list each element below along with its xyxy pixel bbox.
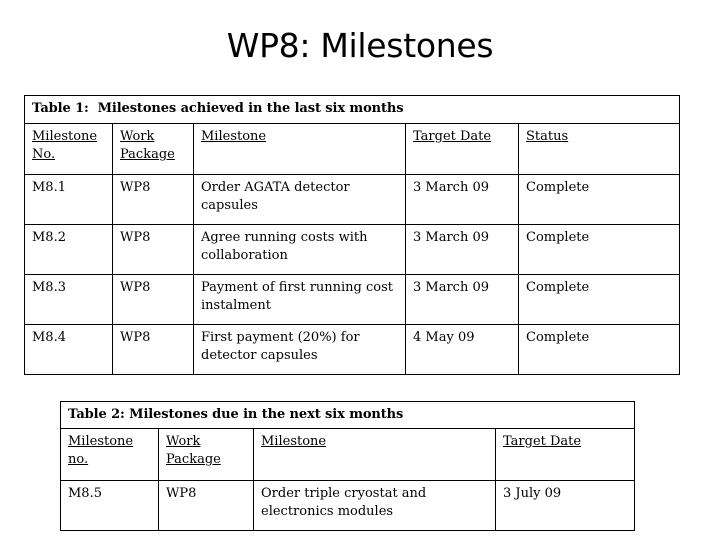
column-header-line: Target Date bbox=[503, 434, 582, 449]
table2-caption: Table 2: Milestones due in the next six … bbox=[60, 401, 635, 429]
table-header-row: Milestone No. Work Package Milestone Tar… bbox=[24, 123, 681, 175]
column-header-line: No. bbox=[32, 147, 56, 162]
cell-target-date: 4 May 09 bbox=[405, 324, 519, 375]
column-header-line: no. bbox=[68, 452, 89, 467]
column-header-line: Work bbox=[166, 434, 201, 449]
cell-work-package: WP8 bbox=[112, 274, 194, 325]
column-header-milestone-no: Milestone No. bbox=[24, 123, 113, 175]
cell-status: Complete bbox=[517, 174, 681, 225]
table-row: M8.4 WP8 First payment (20%) for detecto… bbox=[24, 324, 681, 375]
milestones-due-table: Table 2: Milestones due in the next six … bbox=[60, 401, 635, 531]
cell-milestone-no: M8.5 bbox=[60, 480, 159, 531]
column-header-line: Package bbox=[120, 147, 175, 162]
column-header-line: Target Date bbox=[413, 129, 492, 144]
cell-work-package: WP8 bbox=[112, 174, 194, 225]
column-header-milestone-no: Milestone no. bbox=[60, 428, 159, 481]
column-header-line: Milestone bbox=[261, 434, 327, 449]
cell-target-date: 3 March 09 bbox=[405, 174, 519, 225]
cell-milestone-no: M8.4 bbox=[24, 324, 113, 375]
cell-work-package: WP8 bbox=[112, 224, 194, 275]
column-header-milestone: Milestone bbox=[253, 428, 496, 481]
table-row: M8.3 WP8 Payment of first running cost i… bbox=[24, 274, 681, 325]
table-header-row: Milestone no. Work Package Milestone Tar… bbox=[60, 428, 635, 481]
table-caption-row: Table 2: Milestones due in the next six … bbox=[60, 401, 635, 429]
page-title: WP8: Milestones bbox=[226, 26, 494, 65]
column-header-work-package: Work Package bbox=[112, 123, 194, 175]
table-caption-row: Table 1: Milestones achieved in the last… bbox=[23, 95, 681, 124]
table-row: M8.2 WP8 Agree running costs with collab… bbox=[24, 224, 681, 275]
table1-caption: Table 1: Milestones achieved in the last… bbox=[23, 95, 681, 124]
milestones-achieved-table: Table 1: Milestones achieved in the last… bbox=[23, 95, 681, 375]
table-row: M8.5 WP8 Order triple cryostat and elect… bbox=[60, 480, 635, 531]
cell-status: Complete bbox=[517, 224, 681, 275]
cell-milestone: Order AGATA detector capsules bbox=[193, 174, 406, 225]
column-header-work-package: Work Package bbox=[158, 428, 254, 481]
cell-milestone-no: M8.3 bbox=[24, 274, 113, 325]
cell-milestone: Agree running costs with collaboration bbox=[193, 224, 406, 275]
cell-milestone-no: M8.1 bbox=[24, 174, 113, 225]
column-header-line: Milestone bbox=[68, 434, 134, 449]
cell-target-date: 3 March 09 bbox=[405, 224, 519, 275]
table-row: M8.1 WP8 Order AGATA detector capsules 3… bbox=[24, 174, 681, 225]
cell-milestone: Order triple cryostat and electronics mo… bbox=[253, 480, 496, 531]
column-header-target-date: Target Date bbox=[405, 123, 519, 175]
cell-target-date: 3 July 09 bbox=[495, 480, 635, 531]
cell-milestone-no: M8.2 bbox=[24, 224, 113, 275]
column-header-status: Status bbox=[517, 123, 681, 175]
cell-milestone: Payment of first running cost instalment bbox=[193, 274, 406, 325]
column-header-milestone: Milestone bbox=[193, 123, 406, 175]
column-header-line: Work bbox=[120, 129, 155, 144]
cell-milestone: First payment (20%) for detector capsule… bbox=[193, 324, 406, 375]
cell-status: Complete bbox=[517, 324, 681, 375]
column-header-target-date: Target Date bbox=[495, 428, 635, 481]
cell-work-package: WP8 bbox=[158, 480, 254, 531]
column-header-line: Milestone bbox=[201, 129, 267, 144]
column-header-line: Package bbox=[166, 452, 221, 467]
column-header-line: Status bbox=[526, 129, 569, 144]
cell-status: Complete bbox=[517, 274, 681, 325]
column-header-line: Milestone bbox=[32, 129, 98, 144]
cell-target-date: 3 March 09 bbox=[405, 274, 519, 325]
cell-work-package: WP8 bbox=[112, 324, 194, 375]
